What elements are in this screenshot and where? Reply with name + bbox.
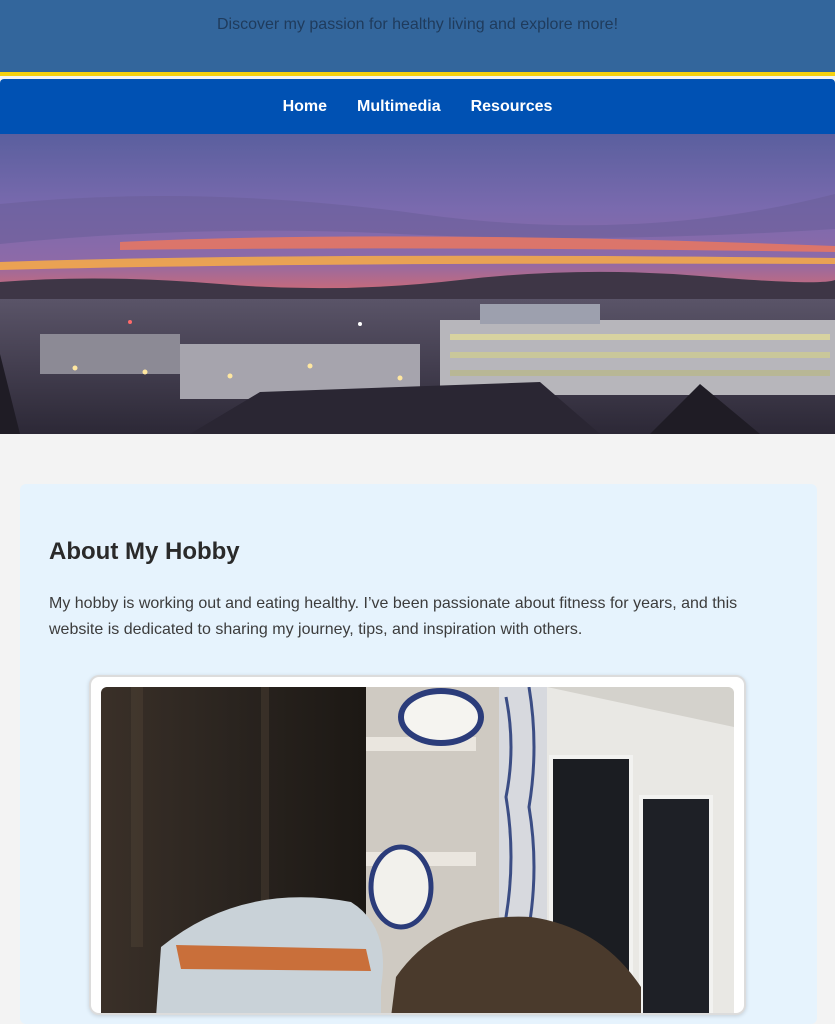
site-header: Discover my passion for healthy living a… xyxy=(0,0,835,76)
photo-frame xyxy=(89,675,746,1015)
nav-link-resources[interactable]: Resources xyxy=(471,98,553,116)
about-body-text: My hobby is working out and eating healt… xyxy=(49,595,738,638)
nav-link-home[interactable]: Home xyxy=(283,98,327,116)
main-nav: Home Multimedia Resources xyxy=(0,79,835,134)
site-tagline: Discover my passion for healthy living a… xyxy=(216,16,619,33)
about-section: About My Hobby My hobby is working out a… xyxy=(20,484,817,1024)
about-heading: About My Hobby xyxy=(49,538,240,565)
selfie-photo xyxy=(101,687,734,1013)
nav-link-multimedia[interactable]: Multimedia xyxy=(357,98,441,116)
hero-sunset-cityscape-image xyxy=(0,134,835,434)
